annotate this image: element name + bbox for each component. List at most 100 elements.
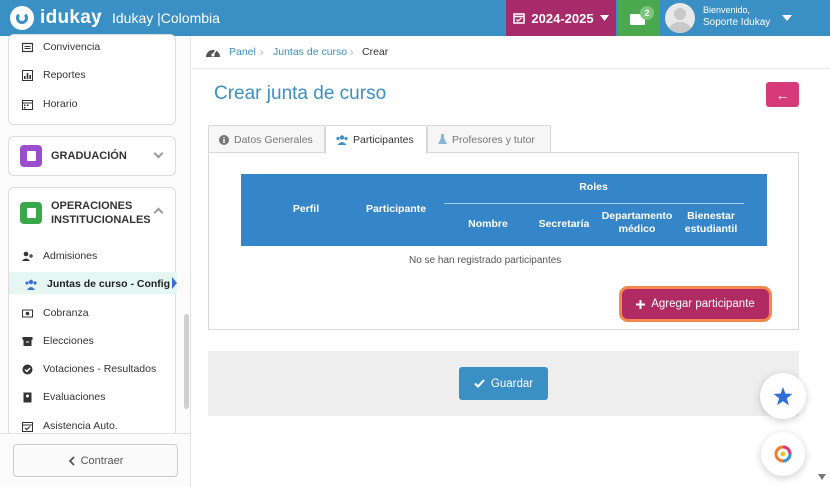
column-header-departamento-medico: Departamento médico [597, 210, 677, 236]
column-header-nombre: Nombre [468, 218, 508, 230]
operaciones-header[interactable]: OPERACIONES INSTITUCIONALES [20, 199, 151, 227]
header-line: Bienestar [687, 210, 735, 222]
school-year-selector[interactable]: 2024-2025 [506, 0, 616, 36]
calendar-check-icon [513, 13, 526, 24]
add-participant-label: Agregar participante [651, 298, 755, 310]
breadcrumb-panel[interactable]: Panel [229, 46, 256, 58]
logo-icon [10, 6, 34, 30]
sidebar-item-evaluaciones[interactable]: Evaluaciones [22, 391, 105, 403]
id-card-icon [22, 42, 33, 52]
check-circle-icon [22, 364, 33, 374]
breadcrumb: Panel › Juntas de curso › Crear [192, 36, 830, 69]
graduacion-header[interactable]: GRADUACIÓN [20, 145, 127, 167]
sidebar-item-label: Evaluaciones [43, 391, 106, 403]
user-name: Soporte Idukay [703, 17, 771, 28]
add-participant-button[interactable]: Agregar participante [622, 289, 769, 319]
arrow-left-icon: ← [775, 86, 790, 103]
column-header-perfil: Perfil [292, 203, 320, 215]
sidebar-item-admisiones[interactable]: Admisiones [22, 250, 97, 262]
column-header-bienestar-estudiantil: Bienestar estudiantil [676, 210, 746, 236]
top-bar: idukay : Idukay |Colombia 2024-2025 2 Bi… [0, 0, 830, 36]
avatar [665, 3, 695, 33]
user-menu[interactable]: Bienvenido, Soporte Idukay [660, 0, 798, 36]
column-header-participante: Participante [365, 203, 427, 215]
active-indicator-icon [172, 277, 177, 289]
messages-button[interactable]: 2 [618, 0, 660, 36]
section-title: OPERACIONES INSTITUCIONALES [51, 199, 151, 227]
save-label: Guardar [490, 377, 534, 390]
sidebar-item-reportes[interactable]: Reportes [22, 69, 86, 81]
sidebar-item-cobranza[interactable]: Cobranza [22, 307, 89, 319]
bar-chart-icon [22, 69, 33, 81]
collapse-sidebar-button[interactable]: Contraer [13, 444, 178, 477]
messages-badge: 2 [640, 6, 654, 20]
tab-profesores-y-tutor[interactable]: Profesores y tutor [427, 125, 551, 153]
caret-down-icon [782, 15, 792, 21]
section-title-line1: OPERACIONES [51, 200, 133, 212]
sidebar-item-label: Convivencia [43, 41, 101, 53]
assistant-logo-icon [774, 445, 792, 463]
tab-label: Participantes [353, 134, 414, 146]
empty-state-message: No se han registrado participantes [409, 255, 562, 266]
sidebar-item-label: Reportes [43, 69, 86, 81]
calendar-icon [22, 99, 33, 110]
logo[interactable] [10, 6, 34, 30]
tab-label: Profesores y tutor [452, 133, 535, 146]
main-content: Panel › Juntas de curso › Crear Crear ju… [192, 36, 830, 487]
sidebar-item-label: Asistencia Auto. [43, 420, 118, 432]
users-icon [25, 279, 37, 290]
welcome-text: Bienvenido, [703, 5, 751, 15]
breadcrumb-current: Crear [362, 46, 389, 58]
favorites-button[interactable] [760, 373, 806, 419]
sidebar-item-convivencia[interactable]: Convivencia [22, 41, 100, 53]
sidebar-item-label: Votaciones - Resultados [43, 363, 157, 375]
dashboard-icon [206, 49, 220, 57]
flask-icon [438, 134, 447, 144]
scroll-down-arrow-icon[interactable] [818, 474, 826, 480]
column-header-roles: Roles [579, 181, 608, 193]
badge-icon [23, 392, 32, 402]
list-icon [20, 202, 42, 224]
brand-separator: : [96, 9, 101, 26]
breadcrumb-separator-icon: › [350, 46, 354, 58]
sidebar-item-asistencia[interactable]: Asistencia Auto. [22, 420, 118, 432]
sidebar-item-elecciones[interactable]: Elecciones [22, 335, 94, 347]
breadcrumb-link[interactable]: Juntas de curso [273, 46, 347, 58]
sidebar-item-juntas-de-curso[interactable]: Juntas de curso - Config [25, 278, 170, 290]
sidebar-item-votaciones[interactable]: Votaciones - Resultados [22, 363, 156, 375]
section-title-line2: INSTITUCIONALES [51, 214, 151, 226]
info-icon [219, 134, 229, 145]
caret-down-icon [599, 15, 609, 21]
section-title: GRADUACIÓN [51, 150, 127, 162]
form-footer: Guardar [208, 351, 799, 416]
breadcrumb-separator-icon: › [260, 46, 264, 58]
calendar-check-icon [22, 421, 33, 432]
money-icon [22, 309, 33, 317]
star-icon [773, 386, 793, 405]
brand-name: idukay [40, 7, 102, 28]
sidebar: Convivencia Reportes Horario GRADUACIÓN … [0, 34, 191, 487]
sidebar-item-label: Elecciones [43, 335, 94, 347]
document-icon [20, 145, 42, 167]
participants-panel: Perfil Participante Roles Nombre Secreta… [208, 152, 799, 330]
sidebar-item-horario[interactable]: Horario [22, 98, 77, 110]
participants-table-header: Perfil Participante Roles Nombre Secreta… [241, 174, 767, 246]
save-button[interactable]: Guardar [459, 367, 548, 400]
column-header-secretaria: Secretaría [538, 218, 590, 230]
sidebar-scrollbar[interactable] [184, 314, 189, 409]
tab-label: Datos Generales [234, 133, 313, 146]
tab-datos-generales[interactable]: Datos Generales [208, 125, 325, 153]
breadcrumb-juntas[interactable]: Juntas de curso [273, 46, 347, 58]
school-name: Idukay |Colombia [112, 10, 220, 26]
collapse-label: Contraer [80, 454, 124, 467]
check-icon [474, 379, 485, 388]
header-line: estudiantil [684, 223, 738, 235]
plus-icon [636, 299, 646, 309]
sidebar-item-label: Admisiones [43, 250, 98, 262]
assistant-button[interactable] [761, 432, 805, 476]
users-icon [336, 135, 348, 145]
roles-divider [444, 203, 744, 204]
breadcrumb-link[interactable]: Panel [229, 46, 256, 58]
back-button[interactable]: ← [766, 82, 799, 107]
tab-participantes[interactable]: Participantes [325, 125, 427, 154]
